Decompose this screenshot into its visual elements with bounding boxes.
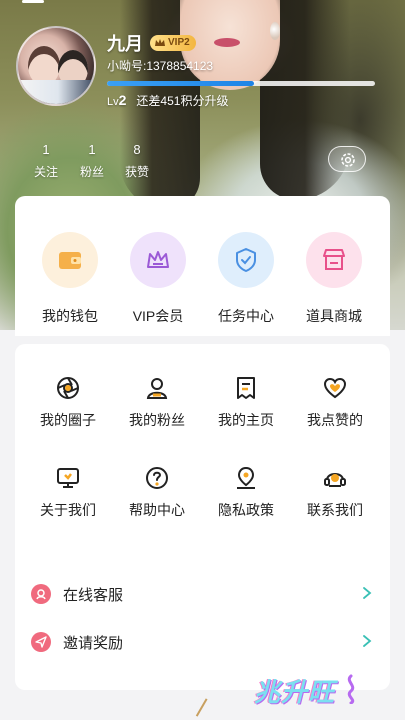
wave-icon (347, 674, 355, 704)
menu-my-circle[interactable]: 我的圈子 (23, 376, 113, 430)
level-info: Lv2 还差451积分升级 (107, 92, 228, 109)
settings-button[interactable] (328, 146, 366, 172)
menu-label: 我的粉丝 (129, 412, 185, 428)
heart-icon (323, 377, 347, 399)
menu-label: 隐私政策 (218, 502, 274, 518)
vip-badge-label: VIP2 (168, 37, 190, 48)
stat-likes[interactable]: 8 获赞 (117, 142, 157, 180)
stat-label: 粉丝 (79, 165, 104, 179)
stat-following[interactable]: 1 关注 (26, 142, 66, 180)
points-needed: 还差451积分升级 (136, 94, 229, 108)
menu-label: 联系我们 (307, 502, 363, 518)
top-bar-indicator (22, 0, 44, 3)
menu-my-fans[interactable]: 我的粉丝 (112, 376, 202, 430)
menu-card: 我的圈子 我的粉丝 我的主页 我点赞的 关于我们 帮助中心 隐私政策 联系我们 … (15, 344, 390, 690)
document-icon (237, 377, 255, 399)
level-progress-bar (107, 81, 375, 86)
shop-icon (323, 249, 345, 270)
shop-icon-bg (306, 232, 362, 288)
menu-label: 我的主页 (218, 412, 274, 428)
headset-icon (324, 473, 346, 487)
quick-action-tasks[interactable]: 任务中心 (201, 232, 291, 326)
quick-actions-card: 我的钱包 VIP会员 任务中心 道具商城 (15, 196, 390, 336)
menu-help-center[interactable]: 帮助中心 (112, 466, 202, 520)
list-item-label: 邀请奖励 (63, 635, 124, 652)
stat-value: 8 (133, 142, 141, 157)
chevron-right-icon (363, 635, 372, 647)
quick-action-wallet[interactable]: 我的钱包 (25, 232, 115, 326)
menu-privacy-policy[interactable]: 隐私政策 (201, 466, 291, 520)
aperture-icon (57, 377, 79, 399)
chevron-right-icon (363, 587, 372, 599)
monitor-icon (57, 468, 79, 488)
customer-service-icon-bg (31, 584, 51, 604)
menu-my-homepage[interactable]: 我的主页 (201, 376, 291, 430)
watermark-text: 兆升旺 (254, 677, 336, 707)
avatar[interactable] (16, 26, 96, 106)
stat-value: 1 (42, 142, 50, 157)
crown-icon-bg (130, 232, 186, 288)
level-number: 2 (118, 92, 127, 108)
menu-my-likes[interactable]: 我点赞的 (290, 376, 380, 430)
level-progress-fill (107, 81, 255, 86)
user-icon (146, 378, 168, 399)
menu-contact-us[interactable]: 联系我们 (290, 466, 380, 520)
quick-action-vip[interactable]: VIP会员 (113, 232, 203, 326)
level-label: Lv (107, 96, 119, 108)
menu-label: 我的圈子 (40, 412, 96, 428)
stat-value: 1 (88, 142, 96, 157)
menu-label: 关于我们 (40, 502, 96, 518)
quick-action-shop[interactable]: 道具商城 (289, 232, 379, 326)
quick-action-label: 道具商城 (306, 308, 362, 324)
vip-badge[interactable]: VIP2 (150, 35, 196, 51)
stat-label: 获赞 (124, 165, 149, 179)
username: 九月 (107, 34, 143, 54)
stat-label: 关注 (33, 165, 58, 179)
quick-action-label: 我的钱包 (42, 308, 98, 324)
location-pin-icon (237, 466, 255, 489)
help-icon (146, 467, 168, 489)
gear-icon (341, 153, 355, 167)
shield-check-icon (236, 248, 256, 272)
crown-icon (147, 251, 169, 268)
wallet-icon (59, 252, 81, 269)
watermark-logo: 兆升旺 (252, 668, 362, 712)
account-id: 小呦号:1378854123 (107, 59, 214, 73)
quick-action-label: VIP会员 (132, 308, 184, 324)
menu-label: 帮助中心 (129, 502, 185, 518)
send-icon (35, 636, 47, 648)
list-item-invite-rewards[interactable]: 邀请奖励 (15, 622, 390, 662)
shield-icon-bg (218, 232, 274, 288)
menu-label: 我点赞的 (307, 412, 363, 428)
stat-followers[interactable]: 1 粉丝 (72, 142, 112, 180)
hero-art (270, 22, 280, 40)
list-item-label: 在线客服 (63, 587, 124, 604)
crown-icon (155, 39, 165, 46)
quick-action-label: 任务中心 (218, 308, 274, 324)
send-icon-bg (31, 632, 51, 652)
hero-art (214, 38, 240, 47)
list-item-online-service[interactable]: 在线客服 (15, 574, 390, 614)
menu-about-us[interactable]: 关于我们 (23, 466, 113, 520)
customer-service-icon (36, 589, 46, 600)
wallet-icon-bg (42, 232, 98, 288)
